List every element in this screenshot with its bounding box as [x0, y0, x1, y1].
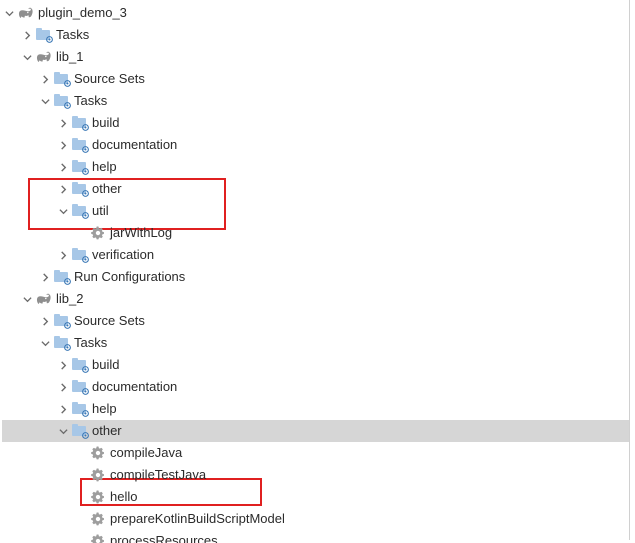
- tree-label: help: [92, 398, 123, 420]
- tree-row-hello[interactable]: · hello: [2, 486, 629, 508]
- gear-icon: [90, 533, 106, 543]
- tree-label: hello: [110, 486, 143, 508]
- tree-row-build[interactable]: build: [2, 112, 629, 134]
- tree-row-documentation[interactable]: documentation: [2, 376, 629, 398]
- chevron-right-icon[interactable]: [56, 380, 70, 394]
- tree-row-util[interactable]: util: [2, 200, 629, 222]
- task-group-folder-icon: [72, 181, 88, 197]
- tree-label: plugin_demo_3: [38, 2, 133, 24]
- chevron-right-icon[interactable]: [20, 28, 34, 42]
- chevron-down-icon[interactable]: [38, 94, 52, 108]
- gear-icon: [90, 445, 106, 461]
- tree-label: Source Sets: [74, 310, 151, 332]
- tree-label: lib_2: [56, 288, 89, 310]
- chevron-right-icon[interactable]: [56, 358, 70, 372]
- tree-label: Tasks: [74, 332, 113, 354]
- tree-row-build[interactable]: build: [2, 354, 629, 376]
- tree-label: other: [92, 420, 128, 442]
- tree-row-compileTestJava[interactable]: · compileTestJava: [2, 464, 629, 486]
- gear-icon: [90, 511, 106, 527]
- tree-row-documentation[interactable]: documentation: [2, 134, 629, 156]
- task-group-folder-icon: [72, 379, 88, 395]
- run-config-folder-icon: [54, 269, 70, 285]
- chevron-right-icon[interactable]: [56, 160, 70, 174]
- tree-row-help[interactable]: help: [2, 398, 629, 420]
- task-group-folder-icon: [72, 423, 88, 439]
- chevron-down-icon[interactable]: [56, 204, 70, 218]
- chevron-down-icon[interactable]: [20, 292, 34, 306]
- task-group-folder-icon: [72, 137, 88, 153]
- tree-label: Tasks: [56, 24, 95, 46]
- tree-row-jarWithLog[interactable]: · jarWithLog: [2, 222, 629, 244]
- chevron-right-icon[interactable]: [38, 72, 52, 86]
- tree-row-other[interactable]: other: [2, 420, 629, 442]
- tree-row-compileJava[interactable]: · compileJava: [2, 442, 629, 464]
- tree-label: verification: [92, 244, 160, 266]
- tree-label: Source Sets: [74, 68, 151, 90]
- chevron-right-icon[interactable]: [38, 270, 52, 284]
- tree-row-verification[interactable]: verification: [2, 244, 629, 266]
- task-group-folder-icon: [72, 401, 88, 417]
- tree-row-lib_2[interactable]: lib_2: [2, 288, 629, 310]
- tree-row-help[interactable]: help: [2, 156, 629, 178]
- tree-row-plugin_demo_3[interactable]: plugin_demo_3: [2, 2, 629, 24]
- chevron-right-icon[interactable]: [38, 314, 52, 328]
- tree-row-source-sets[interactable]: Source Sets: [2, 68, 629, 90]
- chevron-down-icon[interactable]: [20, 50, 34, 64]
- source-sets-folder-icon: [54, 313, 70, 329]
- tree-label: build: [92, 354, 125, 376]
- tree-label: prepareKotlinBuildScriptModel: [110, 508, 291, 530]
- gradle-icon: [36, 49, 52, 65]
- project-tree: plugin_demo_3 Tasks lib_1 Source Sets: [0, 0, 630, 540]
- tree-label: Run Configurations: [74, 266, 191, 288]
- chevron-down-icon[interactable]: [38, 336, 52, 350]
- tree-label: other: [92, 178, 128, 200]
- chevron-right-icon[interactable]: [56, 248, 70, 262]
- task-group-folder-icon: [72, 357, 88, 373]
- tree-row-run-configurations[interactable]: Run Configurations: [2, 266, 629, 288]
- task-group-folder-icon: [72, 247, 88, 263]
- chevron-down-icon[interactable]: [2, 6, 16, 20]
- tree-row-tasks[interactable]: Tasks: [2, 24, 629, 46]
- tree-label: jarWithLog: [110, 222, 178, 244]
- tree-row-tasks[interactable]: Tasks: [2, 332, 629, 354]
- gear-icon: [90, 225, 106, 241]
- tree-row-lib_1[interactable]: lib_1: [2, 46, 629, 68]
- tree-label: build: [92, 112, 125, 134]
- task-group-folder-icon: [72, 115, 88, 131]
- task-group-folder-icon: [72, 203, 88, 219]
- source-sets-folder-icon: [54, 71, 70, 87]
- tree-row-processResources[interactable]: · processResources: [2, 530, 629, 543]
- tasks-folder-icon: [36, 27, 52, 43]
- tree-row-other[interactable]: other: [2, 178, 629, 200]
- tree-label: compileTestJava: [110, 464, 212, 486]
- gear-icon: [90, 467, 106, 483]
- tree-label: processResources: [110, 530, 224, 543]
- tree-row-prepareKotlinBuildScriptModel[interactable]: · prepareKotlinBuildScriptModel: [2, 508, 629, 530]
- tree-label: help: [92, 156, 123, 178]
- tasks-folder-icon: [54, 335, 70, 351]
- chevron-right-icon[interactable]: [56, 138, 70, 152]
- chevron-down-icon[interactable]: [56, 424, 70, 438]
- gradle-icon: [36, 291, 52, 307]
- tree-label: documentation: [92, 376, 183, 398]
- chevron-right-icon[interactable]: [56, 402, 70, 416]
- tasks-folder-icon: [54, 93, 70, 109]
- tree-label: util: [92, 200, 115, 222]
- gradle-icon: [18, 5, 34, 21]
- chevron-right-icon[interactable]: [56, 182, 70, 196]
- tree-row-tasks[interactable]: Tasks: [2, 90, 629, 112]
- tree-label: Tasks: [74, 90, 113, 112]
- gear-icon: [90, 489, 106, 505]
- tree-row-source-sets[interactable]: Source Sets: [2, 310, 629, 332]
- tree-label: lib_1: [56, 46, 89, 68]
- tree-label: compileJava: [110, 442, 188, 464]
- task-group-folder-icon: [72, 159, 88, 175]
- chevron-right-icon[interactable]: [56, 116, 70, 130]
- tree-label: documentation: [92, 134, 183, 156]
